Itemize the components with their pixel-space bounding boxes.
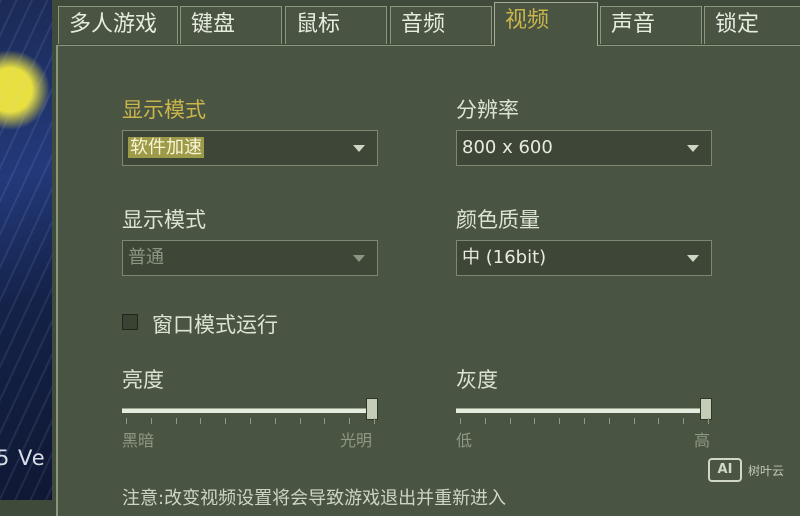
gamma-max-label: 高 xyxy=(694,431,711,450)
slider-tick xyxy=(484,418,486,424)
slider-tick xyxy=(299,418,301,424)
chevron-down-icon xyxy=(687,255,699,262)
slider-tick xyxy=(559,418,561,424)
gamma-slider-thumb[interactable] xyxy=(700,398,712,420)
slider-tick xyxy=(633,418,635,424)
display-mode-value: 软件加速 xyxy=(128,137,204,158)
display-mode-dropdown[interactable]: 软件加速 xyxy=(122,130,378,166)
slider-tick xyxy=(126,418,127,424)
slider-tick xyxy=(175,418,177,424)
color-quality-label: 颜色质量 xyxy=(456,208,540,232)
slider-tick xyxy=(324,418,326,424)
display-mode2-dropdown[interactable]: 普通 xyxy=(122,240,378,276)
tab-mouse[interactable]: 鼠标 xyxy=(285,6,387,44)
display-mode2-label: 显示模式 xyxy=(122,208,206,232)
resolution-dropdown[interactable]: 800 x 600 xyxy=(456,130,712,166)
color-quality-value: 中 (16bit) xyxy=(462,247,547,268)
settings-tabs: 多人游戏 键盘 鼠标 音频 视频 声音 锁定 xyxy=(56,0,800,46)
windowed-mode-label: 窗口模式运行 xyxy=(152,313,278,337)
slider-tick xyxy=(509,418,511,424)
slider-tick xyxy=(534,418,536,424)
video-settings-note: 注意:改变视频设置将会导致游戏退出并重新进入 xyxy=(122,488,507,509)
brightness-slider-track[interactable] xyxy=(122,408,378,413)
display-mode-label: 显示模式 xyxy=(122,98,206,122)
chevron-down-icon xyxy=(353,255,365,262)
slider-tick xyxy=(460,418,461,424)
background-text: 5 Ve xyxy=(0,446,46,470)
tab-video[interactable]: 视频 xyxy=(494,2,598,46)
slider-tick xyxy=(683,418,685,424)
display-mode2-value: 普通 xyxy=(128,247,164,268)
tab-sound[interactable]: 声音 xyxy=(600,6,702,44)
brightness-slider-thumb[interactable] xyxy=(366,398,378,420)
watermark-text: 树叶云 xyxy=(748,464,785,478)
gamma-label: 灰度 xyxy=(456,368,498,392)
chevron-down-icon xyxy=(687,145,699,152)
slider-tick xyxy=(608,418,610,424)
watermark: AI 树叶云 xyxy=(708,458,788,484)
tab-multiplayer[interactable]: 多人游戏 xyxy=(58,6,178,44)
tab-audio[interactable]: 音频 xyxy=(390,6,492,44)
brightness-max-label: 光明 xyxy=(340,431,373,450)
chevron-down-icon xyxy=(353,145,365,152)
background-art: 5 Ve xyxy=(0,0,52,500)
gamma-min-label: 低 xyxy=(456,431,473,450)
slider-tick xyxy=(200,418,202,424)
slider-tick xyxy=(708,418,709,424)
slider-tick xyxy=(274,418,276,424)
windowed-mode-checkbox[interactable] xyxy=(122,314,138,330)
slider-tick xyxy=(225,418,227,424)
slider-tick xyxy=(150,418,152,424)
tab-keyboard[interactable]: 键盘 xyxy=(180,6,282,44)
resolution-value: 800 x 600 xyxy=(462,137,553,158)
gamma-slider-track[interactable] xyxy=(456,408,712,413)
watermark-logo: AI xyxy=(708,458,742,482)
brightness-label: 亮度 xyxy=(122,368,164,392)
slider-tick xyxy=(374,418,375,424)
brightness-min-label: 黑暗 xyxy=(122,431,155,450)
resolution-label: 分辨率 xyxy=(456,98,519,122)
slider-tick xyxy=(658,418,660,424)
slider-tick xyxy=(349,418,351,424)
slider-tick xyxy=(250,418,251,424)
slider-tick xyxy=(584,418,585,424)
color-quality-dropdown[interactable]: 中 (16bit) xyxy=(456,240,712,276)
tab-lock[interactable]: 锁定 xyxy=(704,6,800,44)
